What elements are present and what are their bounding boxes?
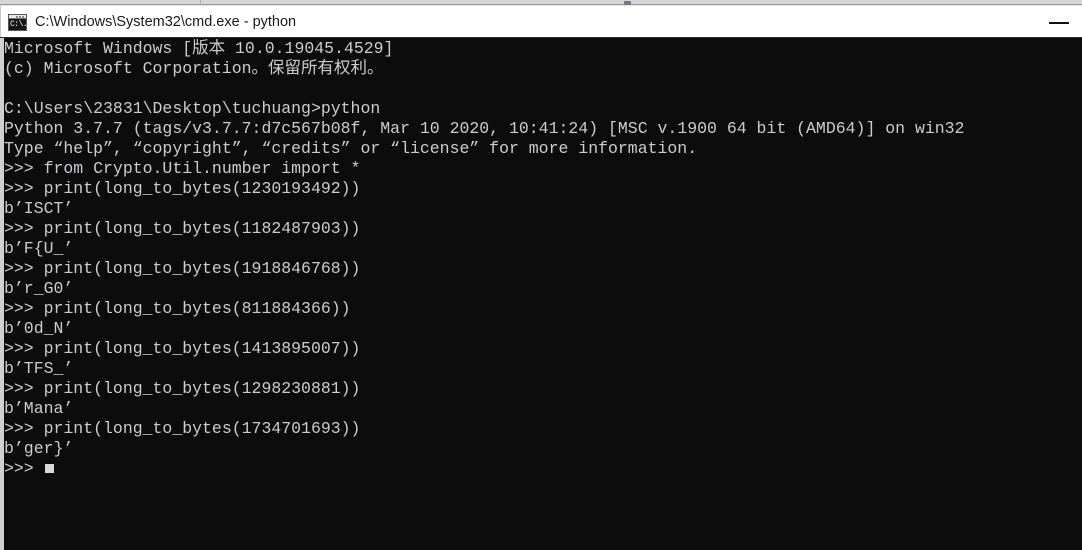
console-line: b’TFS_’ (4, 359, 74, 378)
console-line: >>> from Crypto.Util.number import * (4, 159, 361, 178)
console-line: (c) Microsoft Corporation。保留所有权利。 (4, 59, 384, 78)
console-client-area[interactable]: Microsoft Windows [版本 10.0.19045.4529] (c… (0, 38, 1082, 550)
console-line: C:\Users\23831\Desktop\tuchuang>python (4, 99, 381, 118)
console-line: >>> print(long_to_bytes(1182487903)) (4, 219, 361, 238)
console-line: Type “help”, “copyright”, “credits” or “… (4, 139, 698, 158)
text-cursor (44, 464, 54, 473)
minimize-icon (1049, 22, 1069, 24)
minimize-button[interactable] (1036, 6, 1082, 39)
console-line: Python 3.7.7 (tags/v3.7.7:d7c567b08f, Ma… (4, 119, 965, 138)
console-output: Microsoft Windows [版本 10.0.19045.4529] (c… (4, 39, 964, 479)
console-line: b’r_G0’ (4, 279, 74, 298)
console-line: b’F{U_’ (4, 239, 74, 258)
console-line: b’Mana’ (4, 399, 74, 418)
console-line: >>> print(long_to_bytes(1734701693)) (4, 419, 361, 438)
titlebar[interactable]: C:\. C:\Windows\System32\cmd.exe - pytho… (0, 5, 1082, 38)
console-line: b’ger}’ (4, 439, 74, 458)
window-title: C:\Windows\System32\cmd.exe - python (35, 14, 297, 30)
console-line: >>> print(long_to_bytes(1413895007)) (4, 339, 361, 358)
console-line: >>> print(long_to_bytes(1918846768)) (4, 259, 361, 278)
cmd-icon-prompt-glyph: C:\. (9, 19, 27, 30)
console-line: b’0d_N’ (4, 319, 74, 338)
cmd-console-icon: C:\. (8, 14, 27, 31)
console-line: >>> print(long_to_bytes(1298230881)) (4, 379, 361, 398)
cmd-window: C:\. C:\Windows\System32\cmd.exe - pytho… (0, 5, 1082, 550)
console-line: >>> (4, 459, 964, 479)
console-line: Microsoft Windows [版本 10.0.19045.4529] (4, 39, 394, 58)
console-line: >>> print(long_to_bytes(1230193492)) (4, 179, 361, 198)
console-line: >>> print(long_to_bytes(811884366)) (4, 299, 351, 318)
console-line: b’ISCT’ (4, 199, 74, 218)
window-controls (1036, 6, 1082, 39)
